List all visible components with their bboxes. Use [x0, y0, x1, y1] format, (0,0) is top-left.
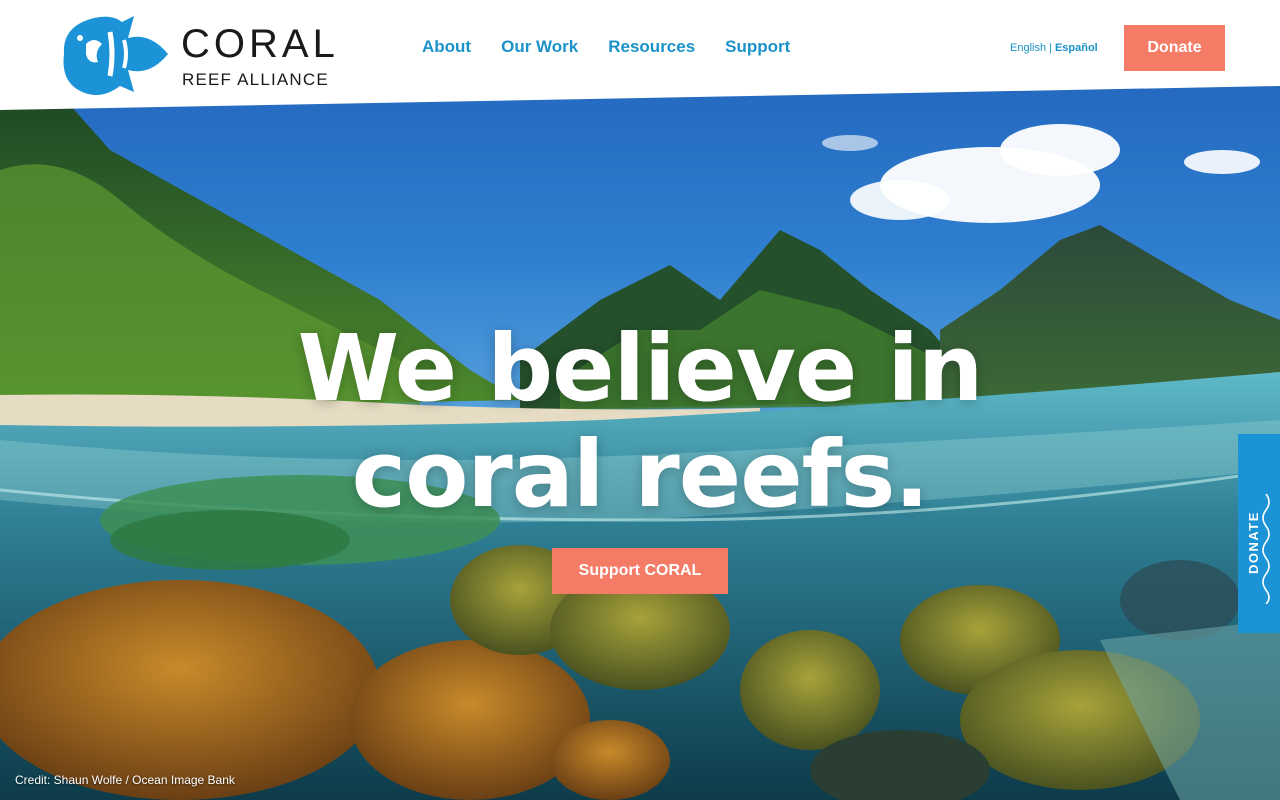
nav-item-support[interactable]: Support: [725, 37, 790, 57]
nav-item-resources[interactable]: Resources: [608, 37, 695, 57]
nav-item-our-work[interactable]: Our Work: [501, 37, 578, 57]
hero-headline-line-1: We believe in: [297, 315, 984, 422]
logo-wordmark: CORAL REEF ALLIANCE: [181, 24, 339, 90]
wave-icon: [1262, 494, 1270, 604]
hero-headline: We believe in coral reefs.: [0, 316, 1280, 528]
logo-line-1: CORAL: [181, 22, 339, 66]
hero-headline-line-2: coral reefs.: [351, 421, 930, 528]
language-english[interactable]: English: [1010, 42, 1046, 54]
logo-line-2: REEF ALLIANCE: [182, 70, 329, 89]
image-credit: Credit: Shaun Wolfe / Ocean Image Bank: [15, 773, 235, 787]
site-logo[interactable]: CORAL REEF ALLIANCE: [54, 14, 335, 98]
main-nav: About Our Work Resources Support: [422, 37, 790, 57]
donate-button[interactable]: Donate: [1124, 25, 1225, 71]
side-donate-label: DONATE: [1246, 511, 1261, 574]
nav-item-about[interactable]: About: [422, 37, 471, 57]
language-switcher: English | Español: [1010, 42, 1098, 54]
side-donate-tab[interactable]: DONATE: [1238, 434, 1280, 633]
support-coral-button[interactable]: Support CORAL: [552, 548, 728, 594]
language-separator: |: [1049, 42, 1052, 54]
language-spanish[interactable]: Español: [1055, 42, 1098, 54]
fish-logo-icon: [63, 16, 168, 95]
